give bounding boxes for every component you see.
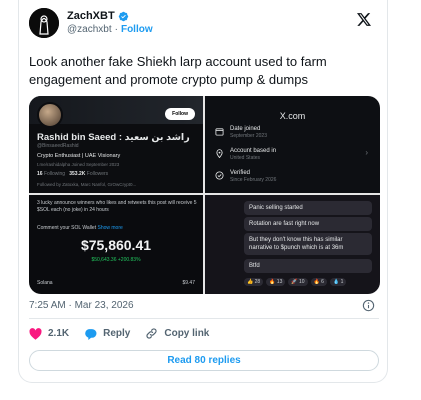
media-giveaway-screenshot[interactable]: 3 lucky announce winners who likes and r… xyxy=(29,195,203,294)
reaction-chip: 💧 1 xyxy=(329,278,347,286)
profile-display-name: Rashid bin Saeed : راشد بن سعيد xyxy=(37,132,190,143)
reaction-chip: 🔥 13 xyxy=(266,278,286,286)
reaction-chip: 👍 28 xyxy=(244,278,264,286)
author-name[interactable]: ZachXBT xyxy=(67,9,115,23)
about-value: September 2023 xyxy=(230,133,267,139)
profile-stats: 16 Following 353.2K Followers xyxy=(37,171,108,177)
copy-link-button[interactable]: Copy link xyxy=(145,327,209,340)
following-count: 16 xyxy=(37,171,43,177)
x-logo-icon[interactable] xyxy=(357,13,371,31)
followers-label: Followers xyxy=(86,171,109,177)
media-profile-screenshot[interactable]: Follow Rashid bin Saeed : راشد بن سعيد @… xyxy=(29,96,203,193)
profile-meta: t.me/rashidalpha Joined September 2023 xyxy=(37,162,120,167)
info-icon[interactable] xyxy=(362,299,375,317)
heart-icon xyxy=(29,327,42,340)
author-block: ZachXBT @zachxbt · Follow xyxy=(67,9,153,37)
reply-label: Reply xyxy=(103,328,131,339)
media-grid[interactable]: Follow Rashid bin Saeed : راشد بن سعيد @… xyxy=(29,96,380,294)
following-label: Following xyxy=(43,171,66,177)
giveaway-cta: Comment your SOL Wallet Show more xyxy=(37,225,197,232)
followers-count: 353.2K xyxy=(69,171,86,177)
media-about-account-screenshot[interactable]: X.com Date joined September 2023 Account… xyxy=(205,96,380,193)
divider xyxy=(29,318,379,319)
chat-message: Rotation are fast right now xyxy=(244,217,372,231)
verified-badge-icon xyxy=(118,11,129,22)
show-more-link: Show more xyxy=(97,225,123,231)
about-value: Since February 2026 xyxy=(230,177,277,183)
tweet-card: ZachXBT @zachxbt · Follow Look another f… xyxy=(18,0,388,383)
about-site-title: X.com xyxy=(279,111,306,121)
author-handle[interactable]: @zachxbt xyxy=(67,23,112,37)
profile-followed-by: Followed by Zatoxka, Marc Nanfol, GrOwCr… xyxy=(37,182,137,187)
reaction-chip: 🚀 10 xyxy=(288,278,308,286)
chat-message: Btfd xyxy=(244,259,372,273)
tweet-header: ZachXBT @zachxbt · Follow xyxy=(29,8,153,38)
verified-check-icon xyxy=(215,171,224,180)
tweet-text: Look another fake Shiekh larp account us… xyxy=(29,54,327,87)
reply-icon xyxy=(85,328,97,340)
about-value: United States xyxy=(230,155,261,161)
giveaway-text: 3 lucky announce winners who likes and r… xyxy=(37,200,197,213)
profile-bio: Crypto Enthusiast | UAE Visionary xyxy=(37,153,121,159)
giveaway-cta-text: Comment your SOL Wallet xyxy=(37,225,97,231)
token-row: Solana $9.47 xyxy=(37,280,195,286)
location-pin-icon xyxy=(216,149,223,158)
media-chat-screenshot[interactable]: Panic selling started Rotation are fast … xyxy=(205,195,380,294)
about-label: Account based in xyxy=(230,148,277,154)
read-replies-button[interactable]: Read 80 replies xyxy=(29,350,379,371)
copy-link-label: Copy link xyxy=(164,328,210,339)
profile-handle: @BinsaeedRashid xyxy=(37,143,79,149)
token-value: $9.47 xyxy=(182,280,195,286)
tweet-timestamp[interactable]: 7:25 AM · Mar 23, 2026 xyxy=(29,300,134,311)
avatar-figure-icon xyxy=(29,8,59,38)
about-row-verified: Verified Since February 2026 xyxy=(215,170,276,184)
chat-message: But they don't know this has similar nar… xyxy=(244,233,372,255)
like-button[interactable]: 2.1K xyxy=(29,327,70,340)
reaction-chip: 🔥 6 xyxy=(310,278,327,286)
about-row-based-in: Account based in United States xyxy=(215,148,276,162)
follow-button[interactable]: Follow xyxy=(121,23,153,37)
like-count: 2.1K xyxy=(48,328,70,339)
about-row-date-joined: Date joined September 2023 xyxy=(215,126,267,140)
link-icon xyxy=(146,328,157,339)
separator-dot: · xyxy=(114,24,118,35)
screenshot-follow-button: Follow xyxy=(165,108,195,120)
profile-picture xyxy=(37,102,63,128)
calendar-icon xyxy=(215,128,224,136)
wallet-change: $50,643.36 +200.83% xyxy=(91,257,141,263)
avatar[interactable] xyxy=(29,8,59,38)
wallet-balance: $75,860.41 xyxy=(80,237,152,253)
chat-reactions: 👍 28 🔥 13 🚀 10 🔥 6 💧 1 xyxy=(244,278,372,286)
about-label: Verified xyxy=(230,170,251,176)
action-bar: 2.1K Reply Copy link xyxy=(29,327,224,340)
chevron-right-icon: › xyxy=(365,148,368,157)
chat-message: Panic selling started xyxy=(244,201,372,215)
about-label: Date joined xyxy=(230,126,261,132)
reply-button[interactable]: Reply xyxy=(84,328,130,340)
token-name: Solana xyxy=(37,280,53,286)
